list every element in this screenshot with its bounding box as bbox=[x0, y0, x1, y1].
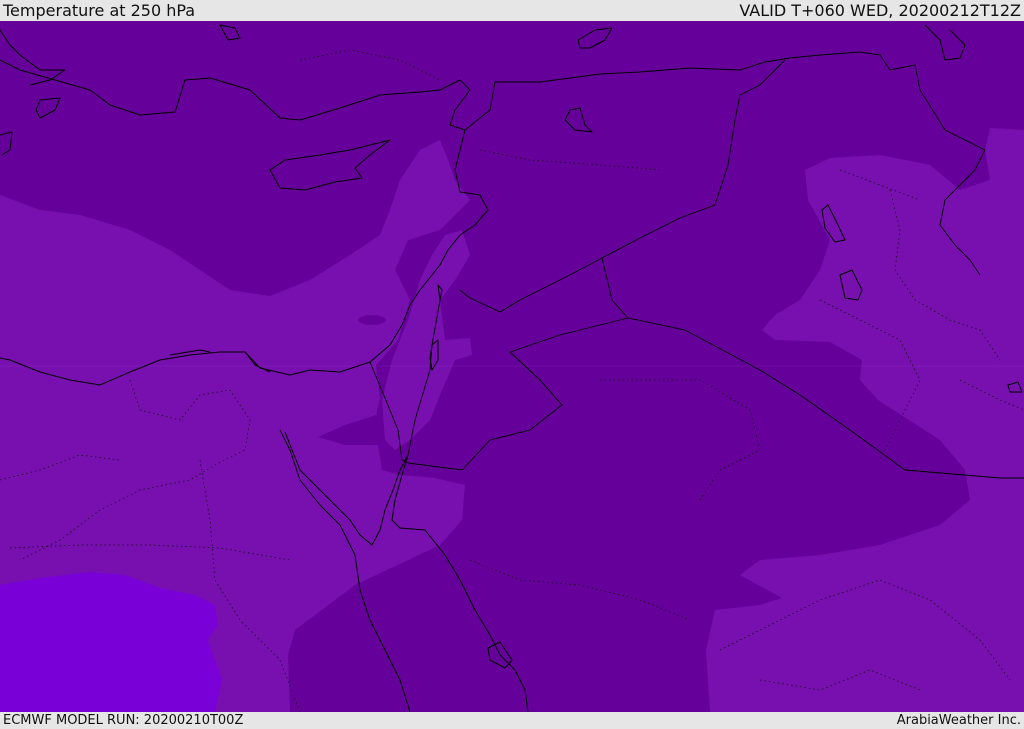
map-title: Temperature at 250 hPa bbox=[3, 1, 196, 20]
map-svg bbox=[0, 21, 1024, 712]
footer-bar: ECMWF MODEL RUN: 20200210T00Z ArabiaWeat… bbox=[0, 712, 1024, 729]
weather-map[interactable] bbox=[0, 21, 1024, 712]
credit: ArabiaWeather Inc. bbox=[896, 713, 1021, 728]
mid-band-islet bbox=[358, 315, 386, 325]
valid-time: VALID T+060 WED, 20200212T12Z bbox=[739, 1, 1021, 20]
model-run: ECMWF MODEL RUN: 20200210T00Z bbox=[3, 713, 244, 728]
header-bar: Temperature at 250 hPa VALID T+060 WED, … bbox=[0, 0, 1024, 21]
